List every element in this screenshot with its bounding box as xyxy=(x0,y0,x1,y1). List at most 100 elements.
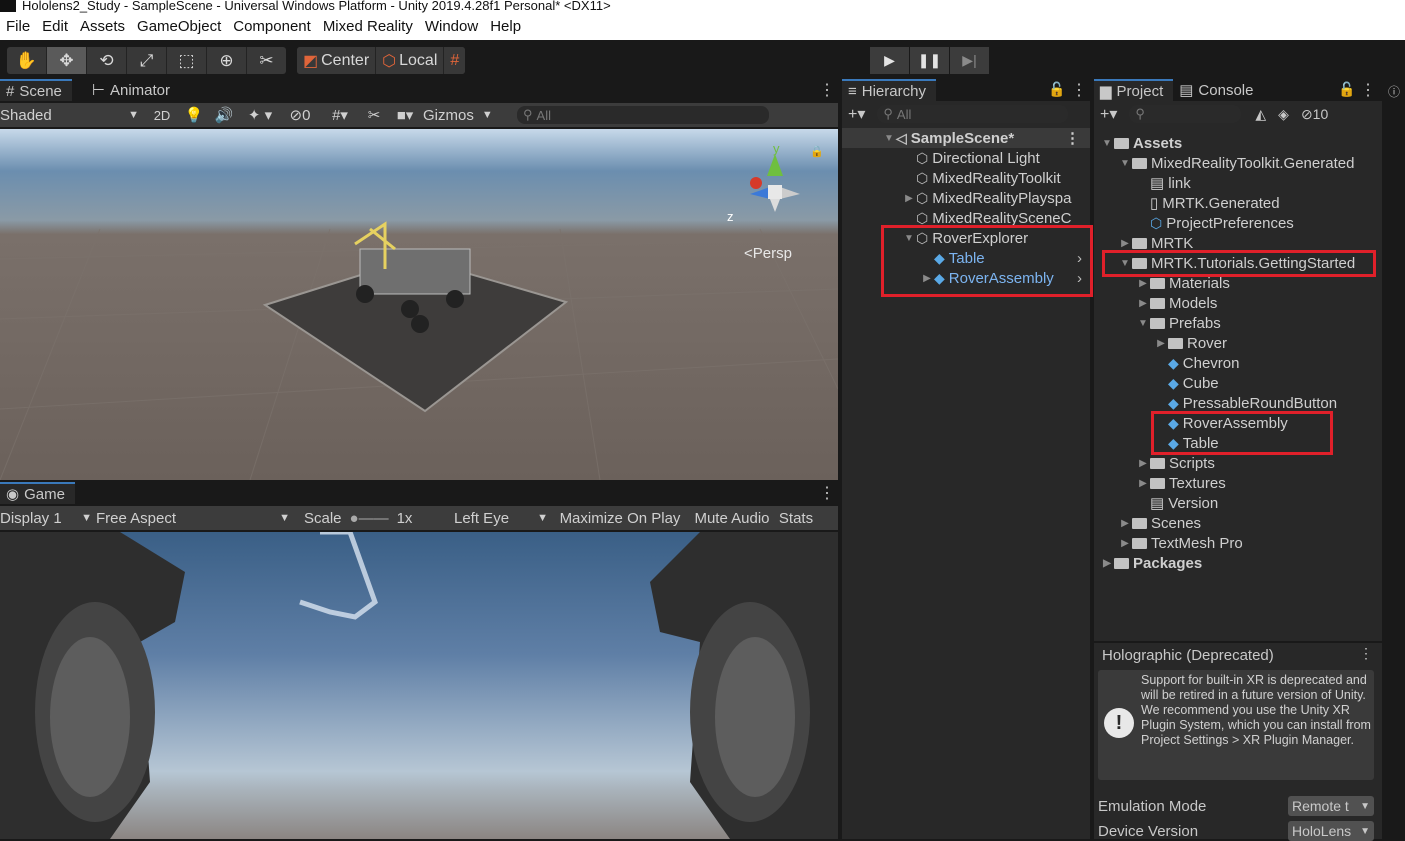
move-tool-icon[interactable]: ✥ xyxy=(47,47,87,74)
menu-file[interactable]: File xyxy=(0,14,36,40)
project-item[interactable]: ◆ Cube xyxy=(1168,373,1219,393)
project-item[interactable]: ▼ Prefabs xyxy=(1136,313,1221,333)
custom-tool-icon[interactable]: ✂ xyxy=(247,47,286,74)
maximize-on-play-toggle[interactable]: Maximize On Play xyxy=(552,510,688,527)
game-viewport[interactable] xyxy=(0,532,838,839)
expand-arrow-icon[interactable]: ▶ xyxy=(1136,458,1150,469)
hierarchy-lock-icon[interactable]: 🔓 xyxy=(1048,81,1065,98)
menu-component[interactable]: Component xyxy=(227,14,317,40)
inspector-tab-icon[interactable]: ⓘ xyxy=(1388,83,1400,100)
scene-root-row[interactable]: ▼ ◁ SampleScene* ⋮ xyxy=(842,128,1090,148)
menu-assets[interactable]: Assets xyxy=(74,14,131,40)
tools-toggle-icon[interactable]: ✂ xyxy=(361,106,387,124)
transform-tool-icon[interactable]: ⊕ xyxy=(207,47,247,74)
filter-type-icon[interactable]: ◭ xyxy=(1255,106,1266,123)
project-item[interactable]: ▶ Rover xyxy=(1154,333,1227,353)
camera-settings-icon[interactable]: ■▾ xyxy=(387,106,423,124)
pivot-center-button[interactable]: ◩ Center xyxy=(297,47,377,74)
gizmos-dropdown[interactable]: Gizmos ▼ xyxy=(423,107,511,124)
project-item[interactable]: ▯ MRTK.Generated xyxy=(1150,193,1280,213)
expand-arrow-icon[interactable]: ▶ xyxy=(1136,278,1150,289)
lighting-toggle-icon[interactable]: 💡 xyxy=(179,106,209,124)
expand-arrow-icon[interactable]: ▶ xyxy=(1154,338,1168,349)
filter-label-icon[interactable]: ◈ xyxy=(1278,106,1289,123)
scene-viewport[interactable]: y z <Persp 🔒 xyxy=(0,129,838,480)
project-lock-icon[interactable]: 🔓 xyxy=(1338,81,1355,98)
mute-audio-toggle[interactable]: Mute Audio xyxy=(688,510,776,527)
project-item[interactable]: ▶ Scenes xyxy=(1118,513,1201,533)
expand-arrow-icon[interactable]: ▼ xyxy=(1136,318,1150,329)
stats-toggle[interactable]: Stats xyxy=(776,510,816,527)
2d-toggle-button[interactable]: 2D xyxy=(145,108,179,123)
scene-menu-kebab-icon[interactable]: ⋮ xyxy=(1065,129,1080,147)
hierarchy-search-input[interactable]: ⚲ All xyxy=(877,105,1069,123)
project-item[interactable]: ▶ Scripts xyxy=(1136,453,1215,473)
hierarchy-menu-icon[interactable]: ⋮ xyxy=(1071,80,1087,100)
tab-project[interactable]: ▆ Project xyxy=(1094,79,1174,101)
menu-help[interactable]: Help xyxy=(484,14,527,40)
project-item[interactable]: ◆ PressableRoundButton xyxy=(1168,393,1337,413)
tab-game[interactable]: ◉ Game xyxy=(0,482,75,504)
expand-arrow-icon[interactable]: ▶ xyxy=(1136,298,1150,309)
expand-arrow-icon[interactable]: ▶ xyxy=(1100,558,1114,569)
tab-scene[interactable]: # Scene xyxy=(0,79,72,101)
pivot-local-button[interactable]: ⬡ Local xyxy=(376,47,445,74)
tab-hierarchy[interactable]: ≡ Hierarchy xyxy=(842,79,936,101)
step-button[interactable]: ▶| xyxy=(950,47,989,74)
device-version-dropdown[interactable]: HoloLens ▼ xyxy=(1288,821,1374,841)
aspect-dropdown[interactable]: Free Aspect ▼ xyxy=(96,510,294,527)
menu-gameobject[interactable]: GameObject xyxy=(131,14,227,40)
expand-arrow-icon[interactable]: ▼ xyxy=(882,133,896,144)
hidden-packages-toggle[interactable]: ⊘10 xyxy=(1301,106,1328,123)
project-item[interactable]: ▼ Assets xyxy=(1100,133,1182,153)
rotate-tool-icon[interactable]: ⟲ xyxy=(87,47,127,74)
project-item[interactable]: ◆ Chevron xyxy=(1168,353,1239,373)
emulation-mode-dropdown[interactable]: Remote t ▼ xyxy=(1288,796,1374,816)
expand-arrow-icon[interactable]: ▶ xyxy=(1118,518,1132,529)
hierarchy-item[interactable]: ⬡ MixedRealityToolkit xyxy=(916,168,1061,188)
menu-mixed-reality[interactable]: Mixed Reality xyxy=(317,14,419,40)
menu-edit[interactable]: Edit xyxy=(36,14,74,40)
project-search-input[interactable]: ⚲ xyxy=(1129,105,1242,123)
scale-tool-icon[interactable]: ⤢ xyxy=(127,47,167,74)
hidden-objects-toggle[interactable]: ⊘0 xyxy=(281,106,319,124)
pause-button[interactable]: ❚❚ xyxy=(910,47,949,74)
project-item[interactable]: ▶ TextMesh Pro xyxy=(1118,533,1243,553)
create-add-icon[interactable]: +▾ xyxy=(848,104,865,124)
hierarchy-item[interactable]: ⬡ Directional Light xyxy=(916,148,1040,168)
tab-animator[interactable]: ⊢ Animator xyxy=(72,79,180,101)
scene-search-input[interactable]: ⚲ All xyxy=(517,106,769,124)
projection-toggle[interactable]: <Persp xyxy=(744,245,792,262)
project-item[interactable]: ▶ Packages xyxy=(1100,553,1202,573)
project-item[interactable]: ▶ Textures xyxy=(1136,473,1226,493)
snap-grid-icon[interactable]: # xyxy=(444,47,466,74)
rect-tool-icon[interactable]: ⬚ xyxy=(167,47,207,74)
create-add-icon[interactable]: +▾ xyxy=(1100,104,1117,124)
effects-toggle-icon[interactable]: ✦ ▾ xyxy=(239,106,281,124)
slider-handle[interactable]: ●—— xyxy=(350,510,389,527)
expand-arrow-icon[interactable]: ▶ xyxy=(1136,478,1150,489)
expand-arrow-icon[interactable]: ▼ xyxy=(1118,158,1132,169)
audio-toggle-icon[interactable]: 🔊 xyxy=(209,106,239,124)
tab-console[interactable]: ▤ Console xyxy=(1173,79,1263,101)
expand-arrow-icon[interactable]: ▶ xyxy=(902,193,916,204)
lock-icon[interactable]: 🔒 xyxy=(810,145,824,158)
scene-orientation-gizmo[interactable]: y z xyxy=(727,139,820,229)
expand-arrow-icon[interactable]: ▶ xyxy=(1118,238,1132,249)
game-menu-icon[interactable]: ⋮ xyxy=(819,483,835,503)
project-item[interactable]: ⬡ ProjectPreferences xyxy=(1150,213,1294,233)
grid-toggle-icon[interactable]: #▾ xyxy=(319,106,361,124)
menu-window[interactable]: Window xyxy=(419,14,484,40)
project-menu-icon[interactable]: ⋮ xyxy=(1360,80,1376,100)
project-item[interactable]: ▤ Version xyxy=(1150,493,1218,513)
scene-menu-icon[interactable]: ⋮ xyxy=(819,80,835,100)
display-dropdown[interactable]: Display 1 ▼ xyxy=(0,510,96,527)
expand-arrow-icon[interactable]: ▶ xyxy=(1118,538,1132,549)
scale-slider[interactable]: Scale ●—— 1x xyxy=(294,510,454,527)
expand-arrow-icon[interactable]: ▼ xyxy=(1100,138,1114,149)
project-item[interactable]: ▶ Models xyxy=(1136,293,1217,313)
project-item[interactable]: ▤ link xyxy=(1150,173,1191,193)
shading-mode-dropdown[interactable]: Shaded ▼ xyxy=(0,107,145,124)
play-button[interactable]: ▶ xyxy=(870,47,909,74)
section-menu-icon[interactable]: ⋮ xyxy=(1359,645,1373,662)
